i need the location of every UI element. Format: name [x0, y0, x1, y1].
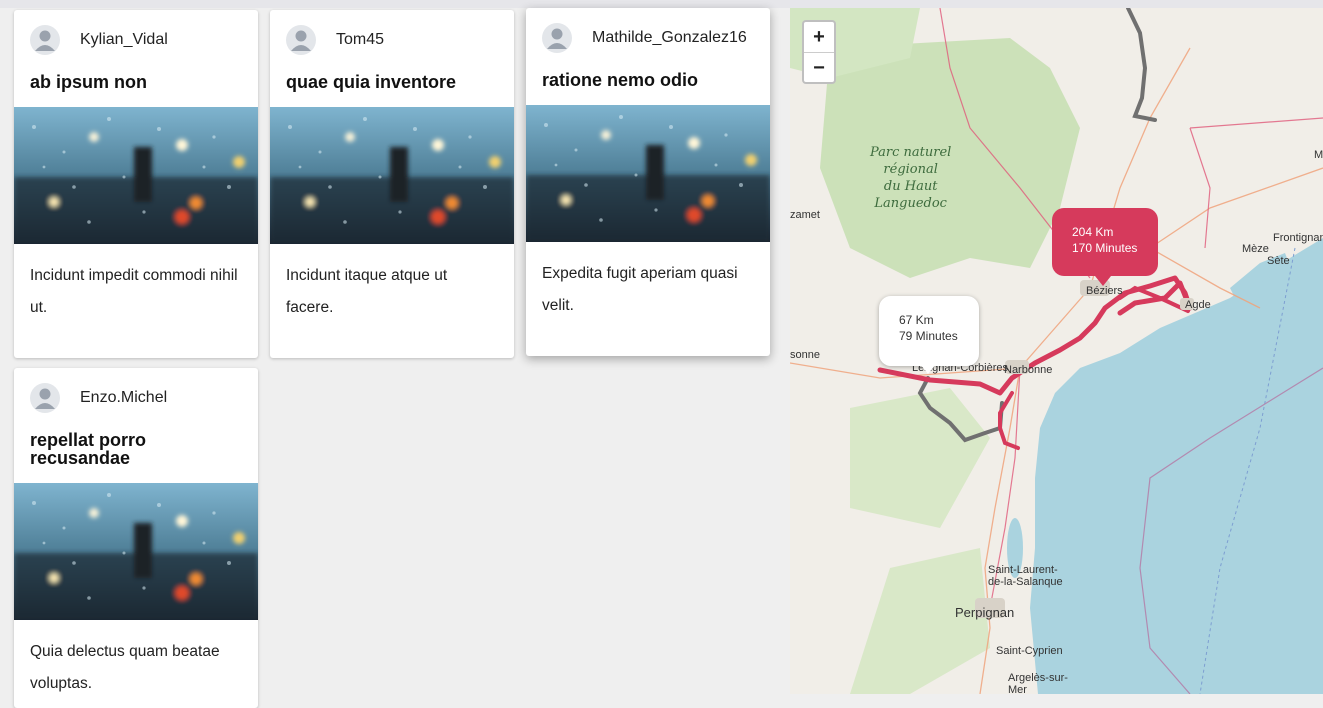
username[interactable]: Enzo.Michel [80, 389, 167, 407]
card-description: Expedita fugit aperiam quasi velit. [542, 265, 738, 314]
post-card[interactable]: Mathilde_Gonzalez16 ratione nemo odio Ex… [526, 8, 770, 356]
card-header: Kylian_Vidal [14, 10, 258, 68]
avatar-icon [30, 25, 60, 55]
username[interactable]: Tom45 [336, 31, 384, 49]
place-label: sonne [790, 349, 820, 361]
card-description: Incidunt itaque atque ut facere. [286, 267, 448, 316]
map-tiles [790, 8, 1323, 694]
rain-photo [526, 105, 770, 242]
place-label: Narbonne [1004, 364, 1053, 376]
place-label: Agde [1185, 299, 1211, 311]
place-label: Mèze [1242, 243, 1269, 255]
post-card[interactable]: Tom45 quae quia inventore Incidunt itaqu… [270, 10, 514, 358]
rain-photo [270, 107, 514, 244]
place-label: Béziers [1086, 285, 1123, 297]
avatar-icon [286, 25, 316, 55]
route-duration: 170 Minutes [1072, 241, 1138, 255]
route-map[interactable]: Parc naturel régional du Haut Languedoc … [790, 8, 1323, 694]
zoom-out-button[interactable]: − [804, 53, 834, 83]
rain-photo [14, 107, 258, 244]
card-title: ab ipsum non [30, 72, 147, 92]
place-label: M [1314, 149, 1323, 161]
place-label: Argelès-sur- Mer [1008, 672, 1068, 694]
tooltip-pointer [1095, 276, 1111, 286]
place-label: Perpignan [955, 605, 1015, 620]
place-label: Saint-Cyprien [996, 645, 1063, 657]
route-distance: 67 Km [899, 313, 934, 327]
route-info-tooltip-selected[interactable]: 204 Km 170 Minutes [1052, 208, 1158, 276]
cards-grid: Kylian_Vidal ab ipsum non Incidunt imped… [0, 0, 790, 708]
route-info-tooltip[interactable]: 67 Km 79 Minutes [879, 296, 979, 366]
park-label: Parc naturel régional du Haut Languedoc [870, 145, 952, 211]
place-label: Saint-Laurent- de-la-Salanque [988, 564, 1063, 588]
place-label: Frontignan [1273, 232, 1323, 244]
post-card[interactable]: Enzo.Michel repellat porro recusandae Qu… [14, 368, 258, 708]
username[interactable]: Kylian_Vidal [80, 31, 168, 49]
card-description: Incidunt impedit commodi nihil ut. [30, 267, 238, 316]
rain-photo [14, 483, 258, 620]
card-header: Mathilde_Gonzalez16 [526, 8, 770, 66]
place-label: Sète [1267, 255, 1290, 267]
zoom-control: + − [802, 20, 836, 84]
card-title: quae quia inventore [286, 72, 457, 92]
place-label: zamet [790, 209, 820, 221]
card-description: Quia delectus quam beatae voluptas. [30, 643, 220, 692]
card-title: ratione nemo odio [542, 70, 699, 90]
username[interactable]: Mathilde_Gonzalez16 [592, 29, 747, 47]
avatar-icon [542, 23, 572, 53]
card-header: Tom45 [270, 10, 514, 68]
tooltip-pointer [920, 364, 936, 374]
post-card[interactable]: Kylian_Vidal ab ipsum non Incidunt imped… [14, 10, 258, 358]
card-title: repellat porro recusandae [30, 430, 147, 468]
route-duration: 79 Minutes [899, 329, 958, 343]
card-header: Enzo.Michel [14, 368, 258, 426]
avatar-icon [30, 383, 60, 413]
zoom-in-button[interactable]: + [804, 22, 834, 53]
route-distance: 204 Km [1072, 225, 1114, 239]
